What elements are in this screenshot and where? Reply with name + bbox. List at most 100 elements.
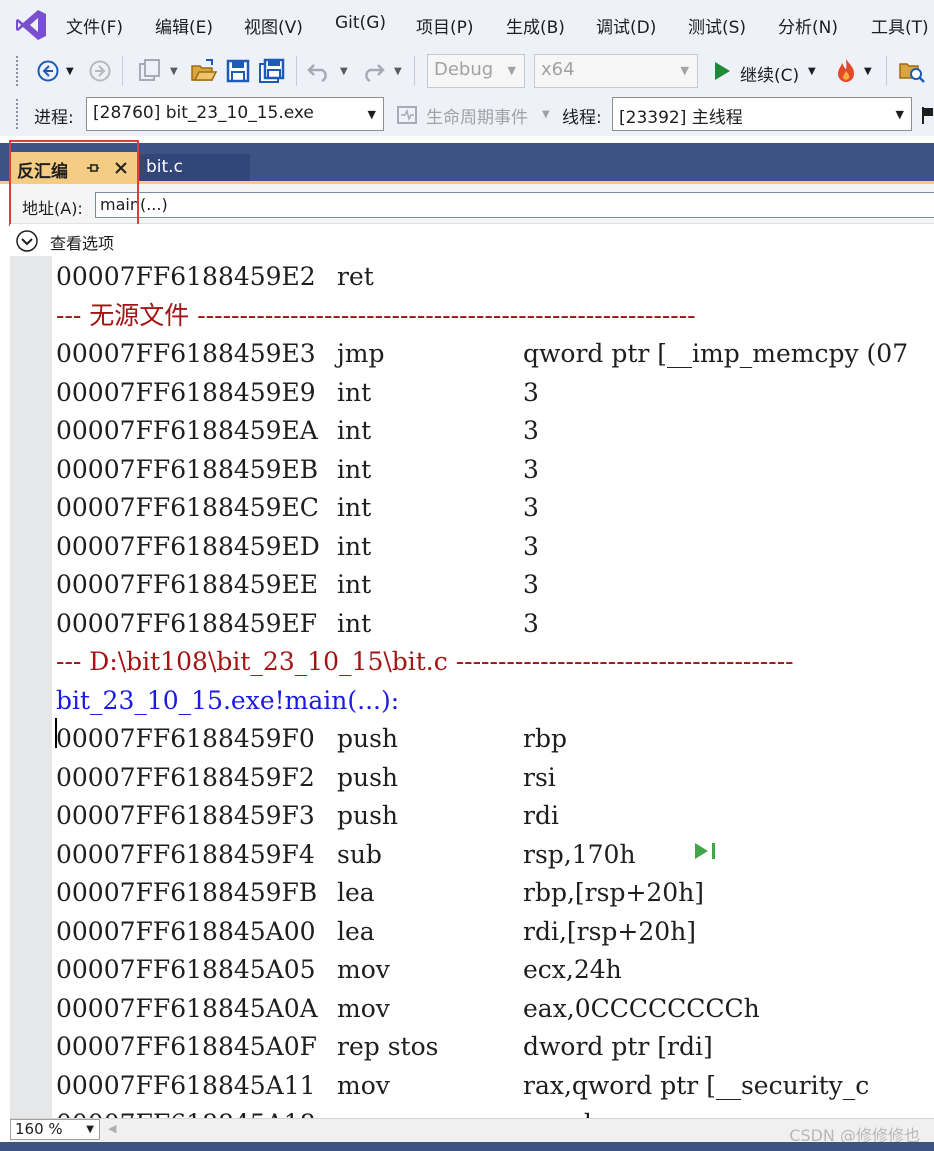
instruction-operands: 3 (523, 416, 539, 445)
save-icon[interactable] (226, 58, 250, 84)
menu-build[interactable]: 生成(B) (506, 13, 565, 38)
instruction-address: 00007FF6188459ED (56, 531, 320, 561)
instruction-operands: rbp,[rsp+20h] (523, 878, 705, 907)
chevron-down-icon: ▼ (507, 64, 516, 77)
instruction-mnemonic: mov (337, 1070, 390, 1100)
instruction-mnemonic: int (337, 493, 372, 522)
instruction-operands: 3 (523, 531, 539, 561)
instruction-mnemonic: jmp (337, 339, 385, 368)
solution-platform-value: x64 (541, 59, 575, 80)
menu-analyze[interactable]: 分析(N) (778, 13, 838, 38)
new-project-dropdown-icon[interactable]: ▼ (170, 61, 178, 83)
toolbar-separator (414, 56, 415, 86)
instruction-address: 00007FF6188459E9 (56, 377, 316, 407)
instruction-mnemonic: mov (337, 955, 390, 984)
instruction-operands: 3 (523, 493, 539, 522)
instruction-address: 00007FF618845A05 (56, 955, 316, 984)
toolbar-separator (122, 56, 123, 86)
navigate-back-dropdown-icon[interactable]: ▼ (66, 61, 74, 83)
open-file-icon[interactable] (190, 58, 218, 84)
instruction-address: 00007FF6188459EE (56, 570, 319, 599)
instruction-mnemonic: mov (337, 993, 390, 1023)
instruction-address: 00007FF6188459EF (56, 608, 318, 638)
indicator-margin[interactable] (10, 256, 52, 1118)
chevron-down-icon: ▼ (895, 108, 904, 121)
instruction-mnemonic: push (337, 724, 399, 753)
continue-dropdown-icon[interactable]: ▼ (808, 61, 816, 83)
menu-debug[interactable]: 调试(D) (596, 13, 656, 38)
menu-git[interactable]: Git(G) (335, 13, 386, 33)
process-select[interactable]: [28760] bit_23_10_15.exe ▼ (86, 97, 384, 131)
run-to-click-icon[interactable] (692, 840, 722, 862)
lifecycle-events-button[interactable]: 生命周期事件 (426, 103, 528, 128)
menu-tools[interactable]: 工具(T) (871, 13, 929, 38)
visual-studio-logo-icon[interactable] (14, 8, 48, 42)
continue-play-icon[interactable] (712, 60, 732, 82)
thread-label: 线程: (562, 108, 602, 128)
solution-platform-select[interactable]: x64 ▼ (534, 54, 698, 88)
toolbar-grip[interactable] (16, 56, 22, 86)
instruction-mnemonic: rep stos (337, 1032, 439, 1061)
thread-value: [23392] 主线程 (619, 108, 743, 128)
debug-location-toolbar: 进程: [28760] bit_23_10_15.exe ▼ 生命周期事件 ▼ … (0, 92, 934, 136)
annotation-highlight-box (9, 140, 139, 226)
thread-select[interactable]: [23392] 主线程 ▼ (612, 97, 912, 131)
source-separator-line[interactable]: --- 无源文件 -------------------------------… (56, 297, 696, 335)
instruction-mnemonic: int (337, 531, 372, 561)
instruction-address: 00007FF6188459E3 (56, 339, 316, 368)
chevron-down-icon: ▼ (367, 108, 376, 121)
zoom-select[interactable]: 160 % ▼ (10, 1119, 100, 1140)
instruction-address: 00007FF618845A11 (56, 1070, 316, 1100)
view-options-toggle[interactable]: 查看选项 (50, 230, 114, 254)
instruction-operands: 3 (523, 377, 539, 407)
instruction-address: 00007FF618845A00 (56, 916, 316, 946)
menu-edit[interactable]: 编辑(E) (155, 13, 213, 38)
menu-project[interactable]: 项目(P) (416, 13, 474, 38)
solution-configuration-value: Debug (434, 59, 494, 80)
instruction-operands: rax,qword ptr [__security_c (523, 1070, 870, 1100)
navigate-forward-icon[interactable] (88, 59, 112, 83)
function-label-line[interactable]: bit_23_10_15.exe!main(...): (56, 682, 399, 720)
source-separator-line[interactable]: --- D:\bit108\bit_23_10_15\bit.c -------… (56, 643, 794, 681)
chevron-down-icon: ▼ (680, 64, 689, 77)
redo-icon[interactable] (360, 59, 386, 83)
instruction-address: 00007FF6188459F3 (56, 801, 315, 830)
hot-reload-dropdown-icon[interactable]: ▼ (864, 61, 872, 83)
menu-file[interactable]: 文件(F) (66, 13, 123, 38)
instruction-mnemonic: push (337, 801, 399, 830)
address-input[interactable]: main(...) (95, 192, 934, 218)
navigate-back-icon[interactable] (36, 59, 60, 83)
toolbar-grip[interactable] (16, 99, 22, 129)
hot-reload-icon[interactable] (832, 57, 860, 85)
solution-explorer-icon[interactable] (898, 58, 926, 84)
disassembly-code-view[interactable]: 00007FF6188459E2 ret --- 无源文件 ------------… (52, 256, 934, 1118)
toolbar-separator (296, 56, 297, 86)
instruction-mnemonic: lea (337, 878, 375, 907)
lifecycle-events-dropdown-icon[interactable]: ▼ (542, 104, 550, 126)
undo-icon[interactable] (306, 59, 332, 83)
instruction-operands: rdi,[rsp+20h] (523, 916, 697, 946)
redo-dropdown-icon[interactable]: ▼ (394, 61, 402, 83)
instruction-operands: rax,rbp (523, 1105, 616, 1118)
undo-dropdown-icon[interactable]: ▼ (340, 61, 348, 83)
save-all-icon[interactable] (258, 58, 286, 84)
view-options-bar: 查看选项 (10, 224, 934, 256)
continue-button[interactable]: 继续(C) (740, 61, 799, 86)
window-bottom-border (0, 1142, 934, 1151)
menu-view[interactable]: 视图(V) (244, 13, 303, 38)
flag-threads-icon[interactable] (920, 105, 934, 125)
lifecycle-events-icon[interactable] (396, 105, 418, 125)
tab-bit-c[interactable]: bit.c (140, 154, 250, 182)
new-project-icon[interactable] (136, 58, 164, 84)
process-label: 进程: (34, 108, 74, 128)
instruction-operands: rbp (523, 724, 567, 753)
menu-test[interactable]: 测试(S) (688, 13, 746, 38)
instruction-operands: ecx,24h (523, 955, 622, 984)
scroll-left-icon[interactable]: ◀ (108, 1122, 116, 1135)
zoom-value: 160 % (15, 1120, 63, 1138)
instruction-operands: rsi (523, 762, 556, 792)
tab-bit-c-label: bit.c (146, 157, 183, 177)
solution-configuration-select[interactable]: Debug ▼ (427, 54, 525, 88)
instruction-mnemonic: lea (337, 916, 375, 946)
chevron-expand-icon[interactable] (14, 229, 40, 253)
